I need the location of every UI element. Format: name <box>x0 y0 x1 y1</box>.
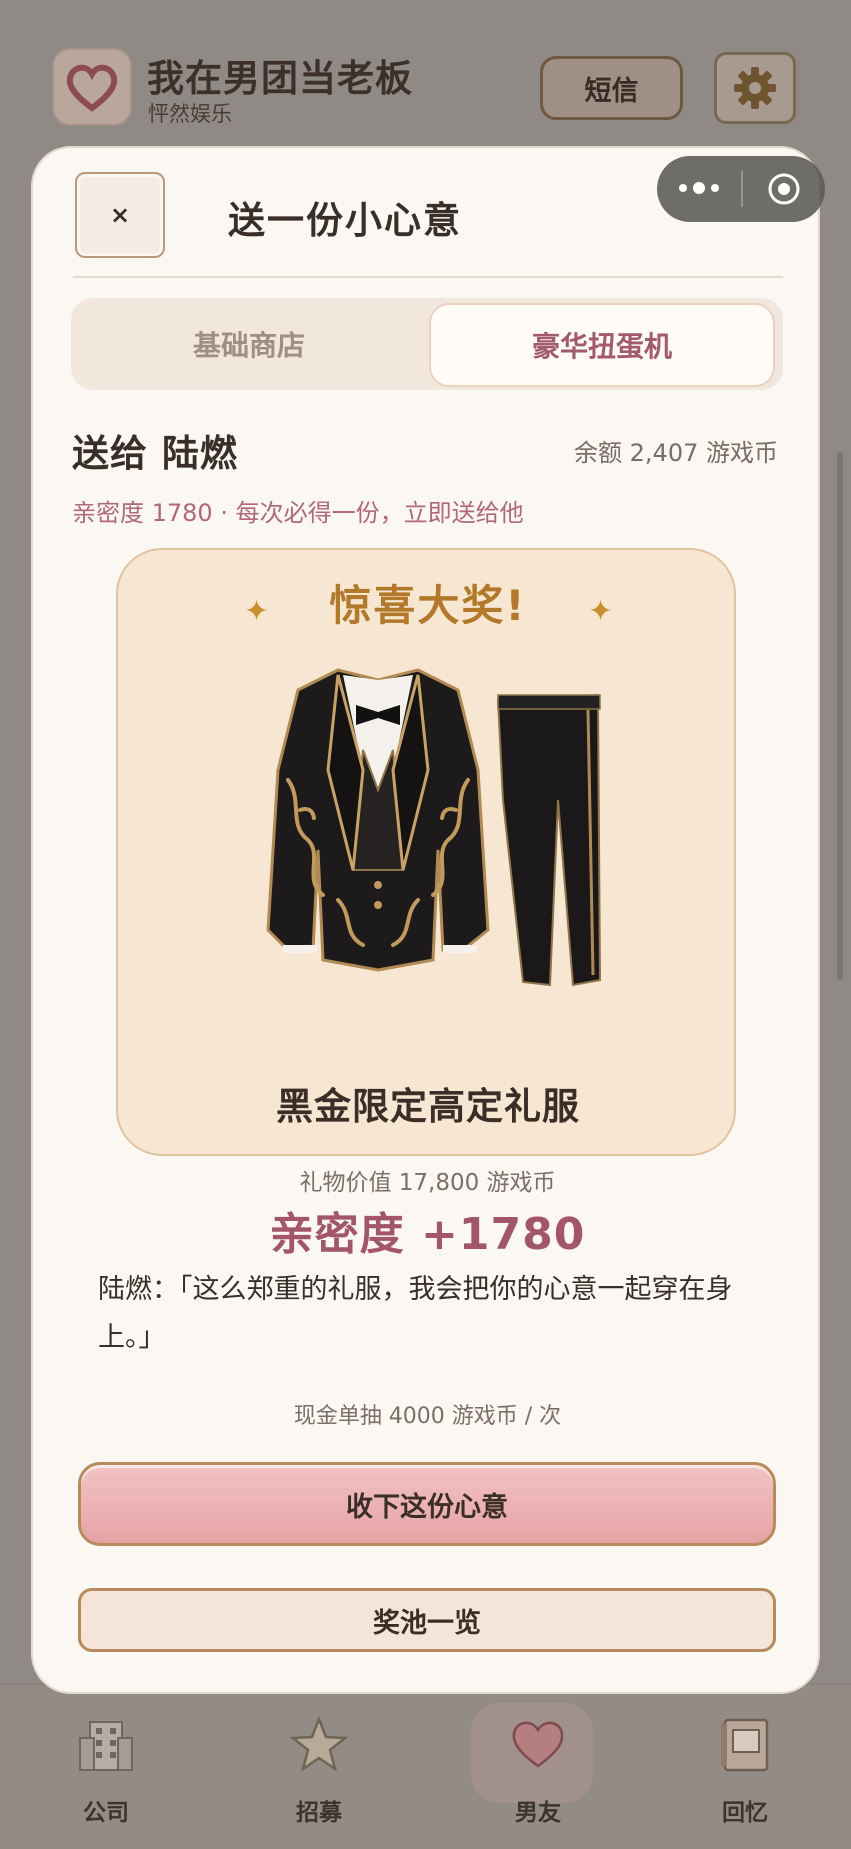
prize-card: ✦ ✦ 惊喜大奖! 黑金限定高定礼服 <box>116 548 736 1156</box>
character-quote: 陆燃：「这么郑重的礼服，我会把你的心意一起穿在身上。」 <box>98 1274 733 1353</box>
nav-item-memories[interactable]: 回忆 <box>670 1685 820 1849</box>
app-header: 我在男团当老板 怦然娱乐 短信 <box>0 0 851 135</box>
tab-deluxe-gacha[interactable]: 豪华扭蛋机 <box>429 303 775 387</box>
intimacy-info: 亲密度 1780 · 每次必得一份，立即送给他 <box>72 499 524 527</box>
heart-icon <box>503 1709 573 1779</box>
app-subtitle: 怦然娱乐 <box>148 102 232 126</box>
app-logo-heart-icon <box>52 48 132 126</box>
building-icon <box>71 1709 141 1779</box>
nav-item-recruit[interactable]: 招募 <box>244 1685 394 1849</box>
recipient-label: 送给 陆燃 <box>72 432 238 475</box>
scrollbar[interactable] <box>837 452 843 980</box>
mini-program-capsule <box>657 156 825 222</box>
tab-basic-shop[interactable]: 基础商店 <box>71 298 427 390</box>
star-icon <box>284 1709 354 1779</box>
tuxedo-suit-icon <box>266 668 602 987</box>
nav-label: 男友 <box>515 1800 561 1826</box>
nav-label: 公司 <box>83 1800 129 1826</box>
settings-button[interactable] <box>714 52 796 124</box>
app-title: 我在男团当老板 <box>147 57 413 100</box>
nav-label: 招募 <box>296 1800 342 1826</box>
divider <box>73 276 783 278</box>
close-button[interactable]: × <box>75 172 165 258</box>
prize-name: 黑金限定高定礼服 <box>276 1085 580 1128</box>
intimacy-gain: 亲密度 +1780 <box>269 1209 586 1260</box>
prize-headline: 惊喜大奖! <box>329 581 527 630</box>
modal-title: 送一份小心意 <box>228 199 462 242</box>
close-miniprogram-icon[interactable] <box>743 172 825 206</box>
gift-modal: × 送一份小心意 基础商店 豪华扭蛋机 送给 陆燃 余额 2,407 游戏币 亲… <box>31 146 825 1694</box>
draw-price: 现金单抽 4000 游戏币 / 次 <box>293 1404 562 1429</box>
gear-icon <box>734 67 776 109</box>
prize-pool-button[interactable]: 奖池一览 <box>78 1588 776 1652</box>
nav-item-boyfriend[interactable]: 男友 <box>463 1685 613 1849</box>
gift-value: 礼物价值 17,800 游戏币 <box>299 1170 556 1196</box>
more-menu-icon[interactable] <box>657 182 741 194</box>
nav-label: 回忆 <box>722 1800 768 1826</box>
nav-item-company[interactable]: 公司 <box>31 1685 181 1849</box>
bottom-nav: 公司 招募 男友 回忆 <box>0 1684 851 1849</box>
sms-button[interactable]: 短信 <box>540 56 683 120</box>
shop-tabs: 基础商店 豪华扭蛋机 <box>71 298 783 390</box>
accept-gift-button[interactable]: 收下这份心意 <box>78 1462 776 1546</box>
coin-balance: 余额 2,407 游戏币 <box>574 439 778 467</box>
album-icon <box>710 1709 780 1779</box>
